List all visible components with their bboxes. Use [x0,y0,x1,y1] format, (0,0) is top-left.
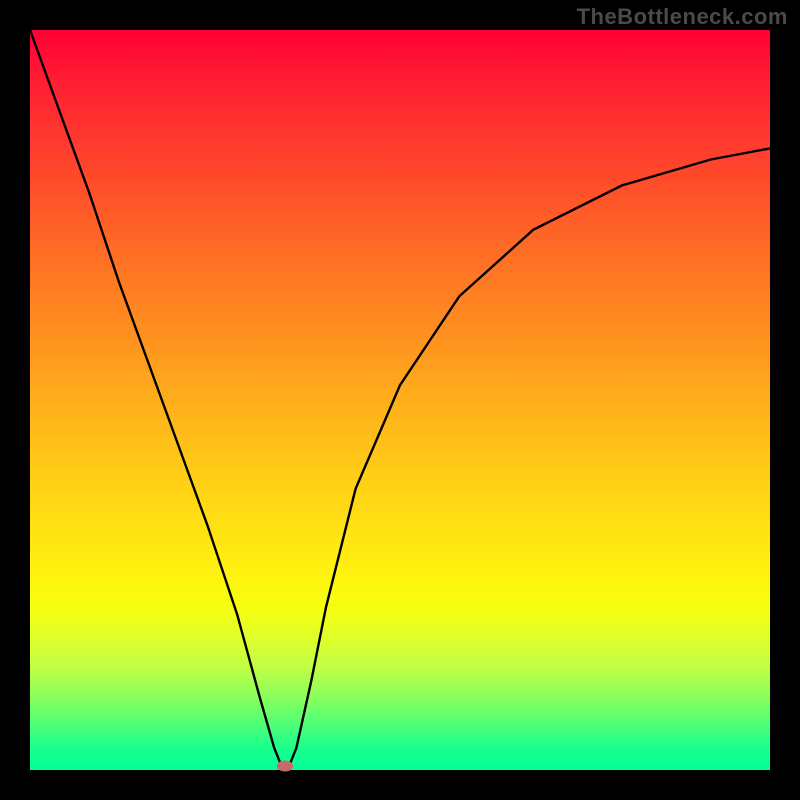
optimum-marker [277,761,293,772]
plot-area [30,30,770,770]
bottleneck-curve [30,30,770,770]
chart-frame: TheBottleneck.com [0,0,800,800]
watermark-text: TheBottleneck.com [577,4,788,30]
